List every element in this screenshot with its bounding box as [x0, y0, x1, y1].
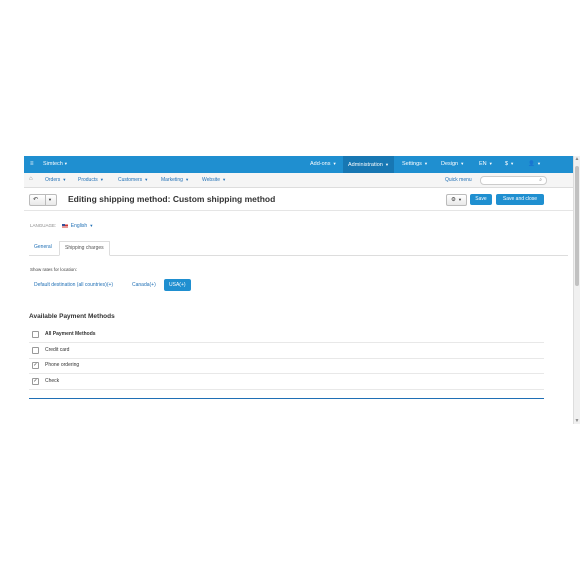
- menu-currency-label: $: [505, 161, 509, 167]
- rates-location-label: Show rates for location:: [30, 267, 78, 272]
- page-title: Editing shipping method: Custom shipping…: [68, 194, 276, 204]
- menu-settings-label: Settings: [402, 161, 422, 167]
- store-name: Simtech: [43, 161, 63, 167]
- section-divider: [29, 398, 544, 399]
- top-bar: ≡ Simtech▼ Add-ons ▼ Administration ▼ Se…: [24, 156, 573, 173]
- menu-addons[interactable]: Add-ons ▼: [310, 161, 337, 167]
- nav-marketing[interactable]: Marketing ▼: [161, 177, 189, 183]
- back-button-group[interactable]: ↶ ▼: [29, 194, 57, 206]
- nav-products-label: Products: [78, 177, 98, 183]
- us-flag-icon: [61, 223, 68, 228]
- user-menu[interactable]: 👤 ▼: [528, 161, 541, 167]
- nav-orders-label: Orders: [45, 177, 61, 183]
- payment-row-credit-card: Credit card: [29, 343, 544, 359]
- credit-card-label: Credit card: [45, 347, 70, 353]
- save-and-close-button[interactable]: Save and close: [496, 194, 544, 205]
- vertical-scrollbar[interactable]: ▲ ▼: [573, 156, 580, 424]
- search-icon[interactable]: ⌕: [539, 177, 542, 184]
- payment-row-all: All Payment Methods: [29, 327, 544, 343]
- home-icon[interactable]: ⌂: [29, 176, 33, 182]
- menu-settings[interactable]: Settings ▼: [402, 161, 428, 167]
- check-checkbox[interactable]: ✓: [32, 378, 39, 385]
- payment-row-check: ✓ Check: [29, 374, 544, 390]
- nav-customers-label: Customers: [118, 177, 143, 183]
- quick-menu-link[interactable]: Quick menu: [445, 177, 472, 183]
- phone-ordering-checkbox[interactable]: ✓: [32, 362, 39, 369]
- nav-marketing-label: Marketing: [161, 177, 183, 183]
- scroll-down-icon[interactable]: ▼: [574, 418, 580, 424]
- tab-general[interactable]: General: [29, 241, 57, 254]
- scroll-up-icon[interactable]: ▲: [574, 156, 580, 162]
- language-value: English: [70, 223, 88, 229]
- location-usa[interactable]: USA(+): [164, 279, 191, 291]
- settings-dropdown-button[interactable]: ⚙ ▼: [446, 194, 467, 206]
- chevron-down-icon[interactable]: ▼: [48, 196, 52, 204]
- tab-shipping-charges[interactable]: Shipping charges: [59, 241, 110, 256]
- nav-products[interactable]: Products ▼: [78, 177, 104, 183]
- store-selector[interactable]: Simtech▼: [43, 161, 68, 167]
- nav-website-label: Website: [202, 177, 220, 183]
- language-dropdown[interactable]: English ▼: [71, 223, 93, 229]
- check-label: Check: [45, 378, 60, 384]
- nav-customers[interactable]: Customers ▼: [118, 177, 148, 183]
- menu-language[interactable]: EN ▼: [479, 161, 493, 167]
- save-button[interactable]: Save: [470, 194, 492, 205]
- all-payment-methods-checkbox[interactable]: [32, 331, 39, 338]
- location-canada[interactable]: Canada(+): [127, 279, 161, 291]
- tab-bar: General Shipping charges: [29, 241, 568, 256]
- language-label: LANGUAGE:: [30, 223, 57, 228]
- nav-website[interactable]: Website ▼: [202, 177, 226, 183]
- credit-card-checkbox[interactable]: [32, 347, 39, 354]
- divider: [45, 195, 46, 205]
- page-header: ↶ ▼ Editing shipping method: Custom ship…: [24, 188, 573, 211]
- menu-addons-label: Add-ons: [310, 161, 331, 167]
- user-icon: 👤: [528, 161, 535, 167]
- app-window: ≡ Simtech▼ Add-ons ▼ Administration ▼ Se…: [24, 156, 573, 424]
- menu-administration[interactable]: Administration ▼: [343, 156, 394, 173]
- location-default-destination[interactable]: Default destination (all countries)(+): [29, 279, 118, 291]
- gear-icon: ⚙: [450, 197, 456, 203]
- scroll-thumb[interactable]: [575, 166, 579, 286]
- nav-bar: ⌂ Orders ▼ Products ▼ Customers ▼ Market…: [24, 173, 573, 188]
- app-logo-icon[interactable]: ≡: [30, 161, 34, 167]
- back-arrow-icon[interactable]: ↶: [33, 196, 38, 203]
- language-selector-row: LANGUAGE: English ▼: [30, 223, 93, 229]
- menu-design-label: Design: [441, 161, 459, 167]
- menu-language-label: EN: [479, 161, 487, 167]
- nav-orders[interactable]: Orders ▼: [45, 177, 66, 183]
- menu-currency[interactable]: $ ▼: [505, 161, 514, 167]
- phone-ordering-label: Phone ordering: [45, 362, 80, 368]
- menu-administration-label: Administration: [348, 162, 383, 168]
- search-input[interactable]: ⌕: [480, 176, 547, 185]
- all-payment-methods-label: All Payment Methods: [45, 331, 96, 337]
- payment-row-phone-ordering: ✓ Phone ordering: [29, 358, 544, 374]
- menu-design[interactable]: Design ▼: [441, 161, 464, 167]
- payment-methods-title: Available Payment Methods: [29, 313, 115, 320]
